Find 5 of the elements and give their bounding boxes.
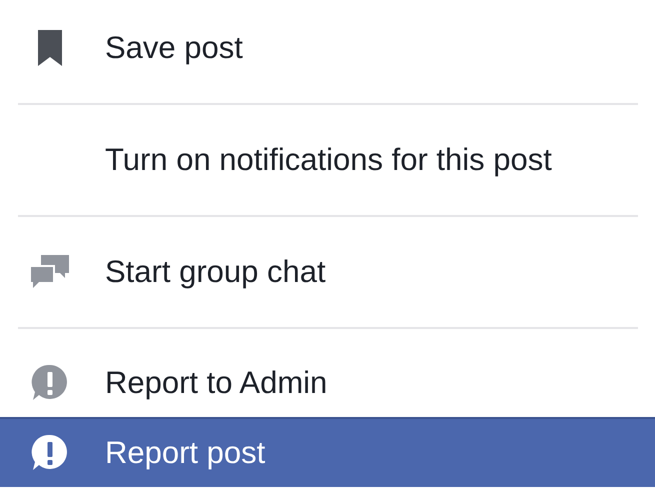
menu-item[interactable]: Report post [0, 417, 655, 487]
alert-bubble-icon [30, 433, 70, 473]
alert-bubble-icon [30, 363, 70, 403]
chat-bubbles-icon [29, 253, 71, 291]
bookmark-icon [37, 29, 63, 67]
